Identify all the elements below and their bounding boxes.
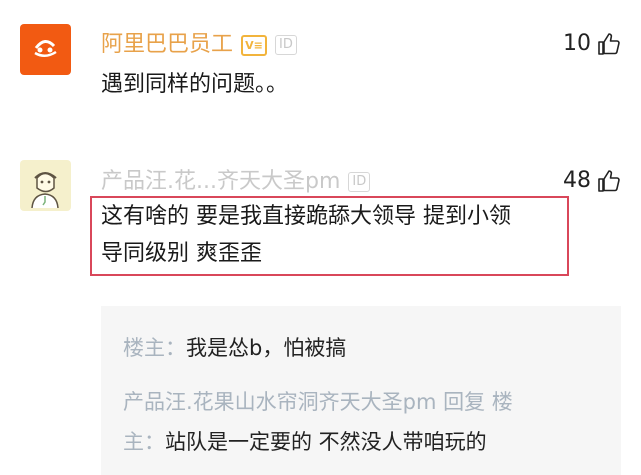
- reply-text: 我是怂b，怕被搞: [186, 336, 347, 360]
- username[interactable]: 阿里巴巴员工 V≡ ID: [101, 26, 297, 58]
- reply-1[interactable]: 楼主：我是怂b，怕被搞: [123, 332, 346, 362]
- username-text[interactable]: 阿里巴巴员工: [101, 32, 233, 57]
- person-avatar-icon: [31, 172, 59, 209]
- alibaba-logo-icon: [34, 40, 57, 57]
- comment-text-line1: 这有啥的 要是我直接跪舔大领导 提到小领: [101, 204, 511, 229]
- reply-thread[interactable]: 楼主：我是怂b，怕被搞 产品汪.花果山水帘洞齐天大圣pm 回复 楼 主：站队是一…: [101, 306, 621, 475]
- id-badge: ID: [348, 172, 371, 192]
- comment-text-line2: 导同级别 爽歪歪: [101, 241, 262, 266]
- like-count: 48: [563, 168, 591, 193]
- avatar-alibaba[interactable]: [20, 24, 71, 75]
- thumbs-up-icon: [598, 32, 620, 55]
- reply-author[interactable]: 产品汪.花果山水帘洞齐天大圣pm 回复 楼: [123, 390, 513, 414]
- username-text[interactable]: 产品汪.花...齐天大圣pm: [101, 169, 340, 194]
- reply-2-author-line1[interactable]: 产品汪.花果山水帘洞齐天大圣pm 回复 楼: [123, 386, 513, 416]
- like-button[interactable]: 48: [563, 168, 621, 193]
- reply-author-cont[interactable]: 主：: [123, 430, 165, 454]
- comment-1: 阿里巴巴员工 V≡ ID 10 遇到同样的问题。。: [0, 0, 641, 140]
- reply-2[interactable]: 主：站队是一定要的 不然没人带咱玩的: [123, 426, 487, 456]
- username[interactable]: 产品汪.花...齐天大圣pm ID: [101, 163, 371, 195]
- thumbs-up-icon: [598, 169, 620, 192]
- vip-verified-icon: V≡: [241, 34, 268, 56]
- reply-text: 站队是一定要的 不然没人带咱玩的: [165, 430, 487, 454]
- reply-author[interactable]: 楼主：: [123, 336, 186, 360]
- id-badge: ID: [275, 35, 297, 55]
- like-button[interactable]: 10: [563, 31, 621, 56]
- like-count: 10: [563, 31, 591, 56]
- comment-text: 遇到同样的问题。。: [101, 72, 289, 97]
- avatar-user[interactable]: [20, 160, 71, 211]
